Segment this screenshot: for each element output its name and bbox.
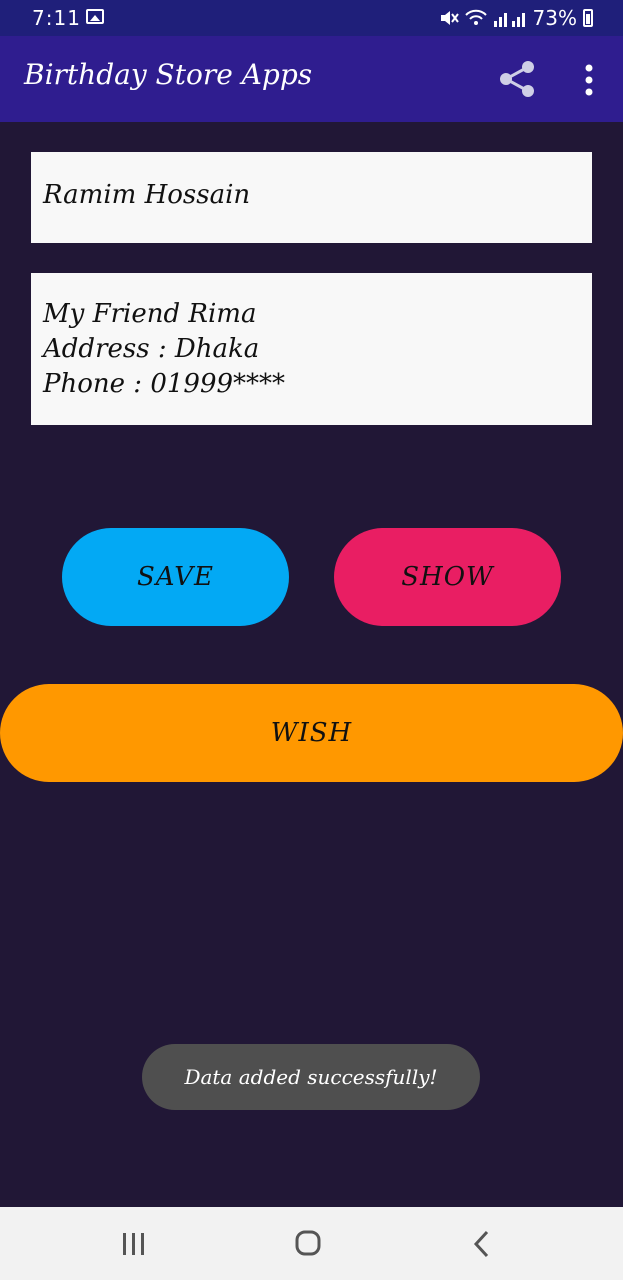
home-icon[interactable]	[294, 1229, 322, 1257]
recents-icon[interactable]	[120, 1231, 148, 1257]
navigation-bar	[0, 1207, 623, 1280]
name-field[interactable]: Ramim Hossain	[31, 152, 592, 243]
back-icon[interactable]	[470, 1229, 494, 1259]
wifi-icon	[464, 9, 487, 25]
status-bar: 7:11 73%	[0, 0, 623, 36]
mute-icon	[440, 11, 459, 25]
status-indicators: 73%	[439, 6, 593, 30]
signal-icon	[493, 13, 525, 27]
gallery-notification-icon	[86, 9, 104, 24]
share-icon[interactable]	[496, 58, 538, 100]
toast-message: Data added successfully!	[142, 1044, 480, 1110]
status-time: 7:11	[32, 6, 81, 30]
app-bar: Birthday Store Apps	[0, 36, 623, 122]
save-button[interactable]: SAVE	[62, 528, 289, 626]
more-vert-icon[interactable]	[574, 62, 604, 98]
details-field[interactable]: My Friend Rima Address : Dhaka Phone : 0…	[31, 273, 592, 425]
battery-icon	[583, 9, 593, 27]
wish-button[interactable]: WISH	[0, 684, 623, 782]
app-title: Birthday Store Apps	[24, 58, 313, 91]
battery-percent: 73%	[532, 6, 577, 30]
show-button[interactable]: SHOW	[334, 528, 561, 626]
